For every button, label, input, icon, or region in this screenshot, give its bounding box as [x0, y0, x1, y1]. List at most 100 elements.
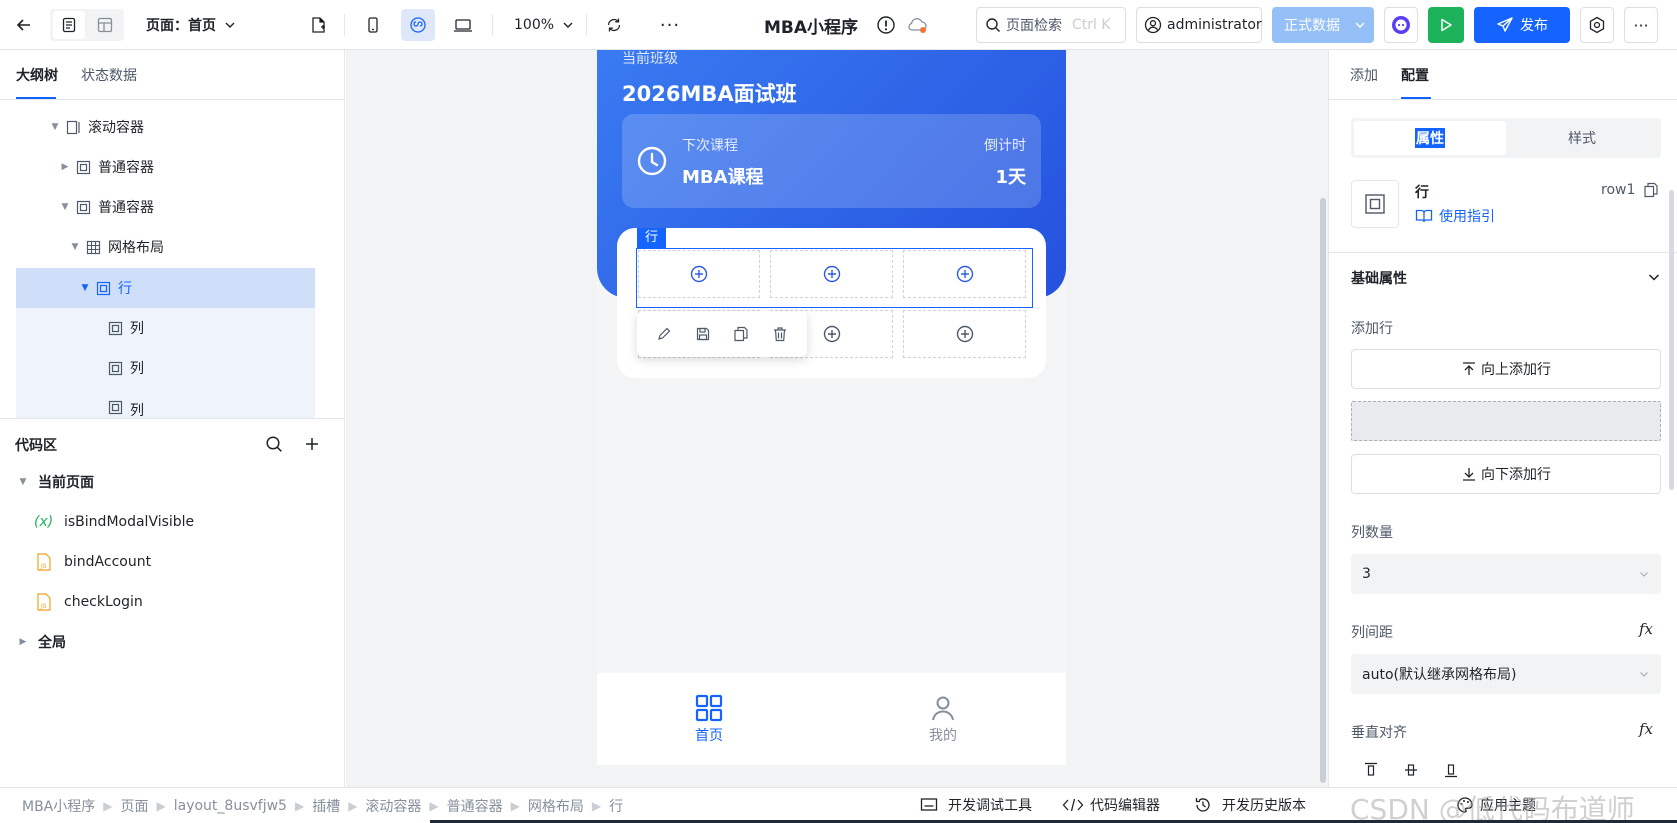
code-item-label: bindAccount	[64, 554, 152, 570]
user-menu[interactable]: administrator	[1136, 7, 1262, 43]
caret-down-icon[interactable]: ▼	[50, 122, 60, 132]
code-item-label: isBindModalVisible	[64, 514, 195, 530]
delete-icon[interactable]	[772, 326, 788, 342]
history-button[interactable]: 开发历史版本	[1194, 795, 1306, 815]
search-icon[interactable]	[264, 434, 284, 454]
zoom-selector[interactable]: 100%	[508, 9, 580, 41]
tab-state-data[interactable]: 状态数据	[81, 65, 137, 85]
copy-icon[interactable]	[1643, 182, 1659, 198]
align-top-icon[interactable]	[1363, 762, 1379, 778]
tab-config[interactable]: 配置	[1401, 65, 1429, 85]
cloud-sync-icon[interactable]	[906, 16, 928, 34]
container-icon	[96, 281, 111, 295]
caret-down-icon[interactable]: ▼	[80, 283, 90, 293]
settings-icon[interactable]	[1580, 7, 1614, 43]
js-file-icon: JS	[37, 553, 51, 571]
breadcrumb-item[interactable]: MBA小程序	[22, 796, 95, 816]
page-view-icon[interactable]	[53, 11, 85, 39]
divider	[492, 14, 493, 36]
panel-scrollbar[interactable]	[1669, 190, 1674, 490]
add-row-down-button[interactable]: 向下添加行	[1351, 454, 1661, 494]
miniprogram-device-icon[interactable]	[401, 9, 435, 41]
save-icon[interactable]	[695, 326, 711, 342]
caret-down-icon[interactable]: ▼	[70, 242, 80, 252]
code-section-current-page[interactable]: ▼ 当前页面	[18, 470, 94, 494]
code-item[interactable]: JS bindAccount	[36, 550, 151, 574]
tree-node[interactable]: 列	[16, 388, 315, 418]
run-preview-button[interactable]	[1428, 7, 1464, 43]
code-section-global[interactable]: ▶ 全局	[18, 630, 66, 654]
info-alert-icon[interactable]	[876, 15, 896, 35]
tree-node[interactable]: ▼ 普通容器	[16, 187, 315, 227]
next-course-card[interactable]: 下次课程 MBA课程 倒计时 1天	[622, 114, 1041, 208]
svg-text:JS: JS	[40, 563, 47, 570]
code-editor-button[interactable]: 代码编辑器	[1062, 795, 1160, 815]
usage-guide-link[interactable]: 使用指引	[1415, 206, 1495, 226]
caret-right-icon[interactable]: ▶	[60, 162, 70, 172]
tree-node[interactable]: ▶ 普通容器	[16, 147, 315, 187]
code-item[interactable]: JS checkLogin	[36, 590, 143, 614]
refresh-icon[interactable]	[598, 9, 630, 41]
container-icon	[76, 160, 91, 174]
breadcrumb-item[interactable]: layout_8usvfjw5	[174, 798, 287, 814]
formula-icon[interactable]: fx	[1639, 720, 1653, 738]
page-selector[interactable]: 页面：首页	[140, 9, 242, 41]
tab-home[interactable]: 首页	[687, 693, 731, 745]
tree-node[interactable]: 列	[16, 308, 315, 348]
align-bottom-icon[interactable]	[1443, 762, 1459, 778]
back-arrow-icon[interactable]	[8, 9, 40, 41]
breadcrumb-item[interactable]: 插槽	[312, 796, 340, 816]
breadcrumb-separator: ▶	[348, 799, 358, 813]
chevron-down-icon[interactable]	[1647, 270, 1661, 284]
grid-cell-add[interactable]	[903, 310, 1026, 358]
publish-button[interactable]: 发布	[1474, 7, 1570, 43]
tree-node-label: 普通容器	[98, 200, 154, 216]
breadcrumb-item[interactable]: 行	[609, 796, 623, 816]
divider	[586, 14, 587, 36]
variable-icon: (x)	[34, 514, 54, 530]
edit-icon[interactable]	[656, 326, 672, 342]
copy-icon[interactable]	[733, 326, 749, 342]
caret-down-icon[interactable]: ▼	[60, 202, 70, 212]
align-middle-icon[interactable]	[1403, 762, 1419, 778]
tree-node-selected[interactable]: ▼ 行	[16, 268, 315, 308]
code-item[interactable]: (x) isBindModalVisible	[34, 510, 194, 534]
tree-node-label: 普通容器	[98, 160, 154, 176]
breadcrumb-item[interactable]: 滚动容器	[365, 796, 421, 816]
breadcrumb-item[interactable]: 普通容器	[447, 796, 503, 816]
mobile-device-icon[interactable]	[357, 9, 389, 41]
formula-icon[interactable]: fx	[1639, 620, 1653, 638]
panel-split-handle[interactable]	[0, 418, 344, 419]
chevron-down-icon	[1640, 672, 1648, 677]
tree-node[interactable]: ▼ 网格布局	[16, 227, 315, 267]
tree-node[interactable]: 列	[16, 348, 315, 388]
tab-add[interactable]: 添加	[1350, 65, 1378, 85]
layout-view-icon[interactable]	[89, 11, 121, 39]
caret-down-icon[interactable]: ▼	[18, 477, 28, 487]
segment-properties[interactable]: 属性	[1354, 121, 1506, 155]
more-icon[interactable]: ···	[1624, 7, 1658, 43]
caret-right-icon[interactable]: ▶	[18, 637, 28, 647]
new-page-icon[interactable]	[302, 9, 334, 41]
canvas-scrollbar[interactable]	[1320, 198, 1326, 783]
col-count-select[interactable]: 3	[1351, 554, 1661, 594]
segment-style[interactable]: 样式	[1506, 121, 1658, 155]
breadcrumb-item[interactable]: 网格布局	[528, 796, 584, 816]
debug-tool-button[interactable]: 开发调试工具	[920, 795, 1032, 815]
tree-node[interactable]: ▼ 滚动容器	[16, 107, 315, 147]
ai-assistant-icon[interactable]	[1384, 7, 1418, 43]
add-row-up-button[interactable]: 向上添加行	[1351, 349, 1661, 389]
user-icon	[932, 696, 954, 721]
col-gap-select[interactable]: auto(默认继承网格布局)	[1351, 654, 1661, 694]
desktop-device-icon[interactable]	[446, 9, 480, 41]
tab-mine[interactable]: 我的	[921, 693, 965, 745]
page-search-input[interactable]: 页面检索 Ctrl K	[976, 7, 1126, 43]
breadcrumb-item[interactable]: 页面	[121, 796, 149, 816]
more-icon[interactable]: ···	[654, 9, 686, 41]
tab-outline-tree[interactable]: 大纲树	[16, 65, 58, 85]
env-data-selector[interactable]: 正式数据	[1272, 7, 1374, 43]
segment-label: 属性	[1415, 128, 1445, 148]
component-name: 行	[1415, 185, 1429, 201]
js-file-icon: JS	[37, 593, 51, 611]
add-icon[interactable]	[302, 434, 322, 454]
